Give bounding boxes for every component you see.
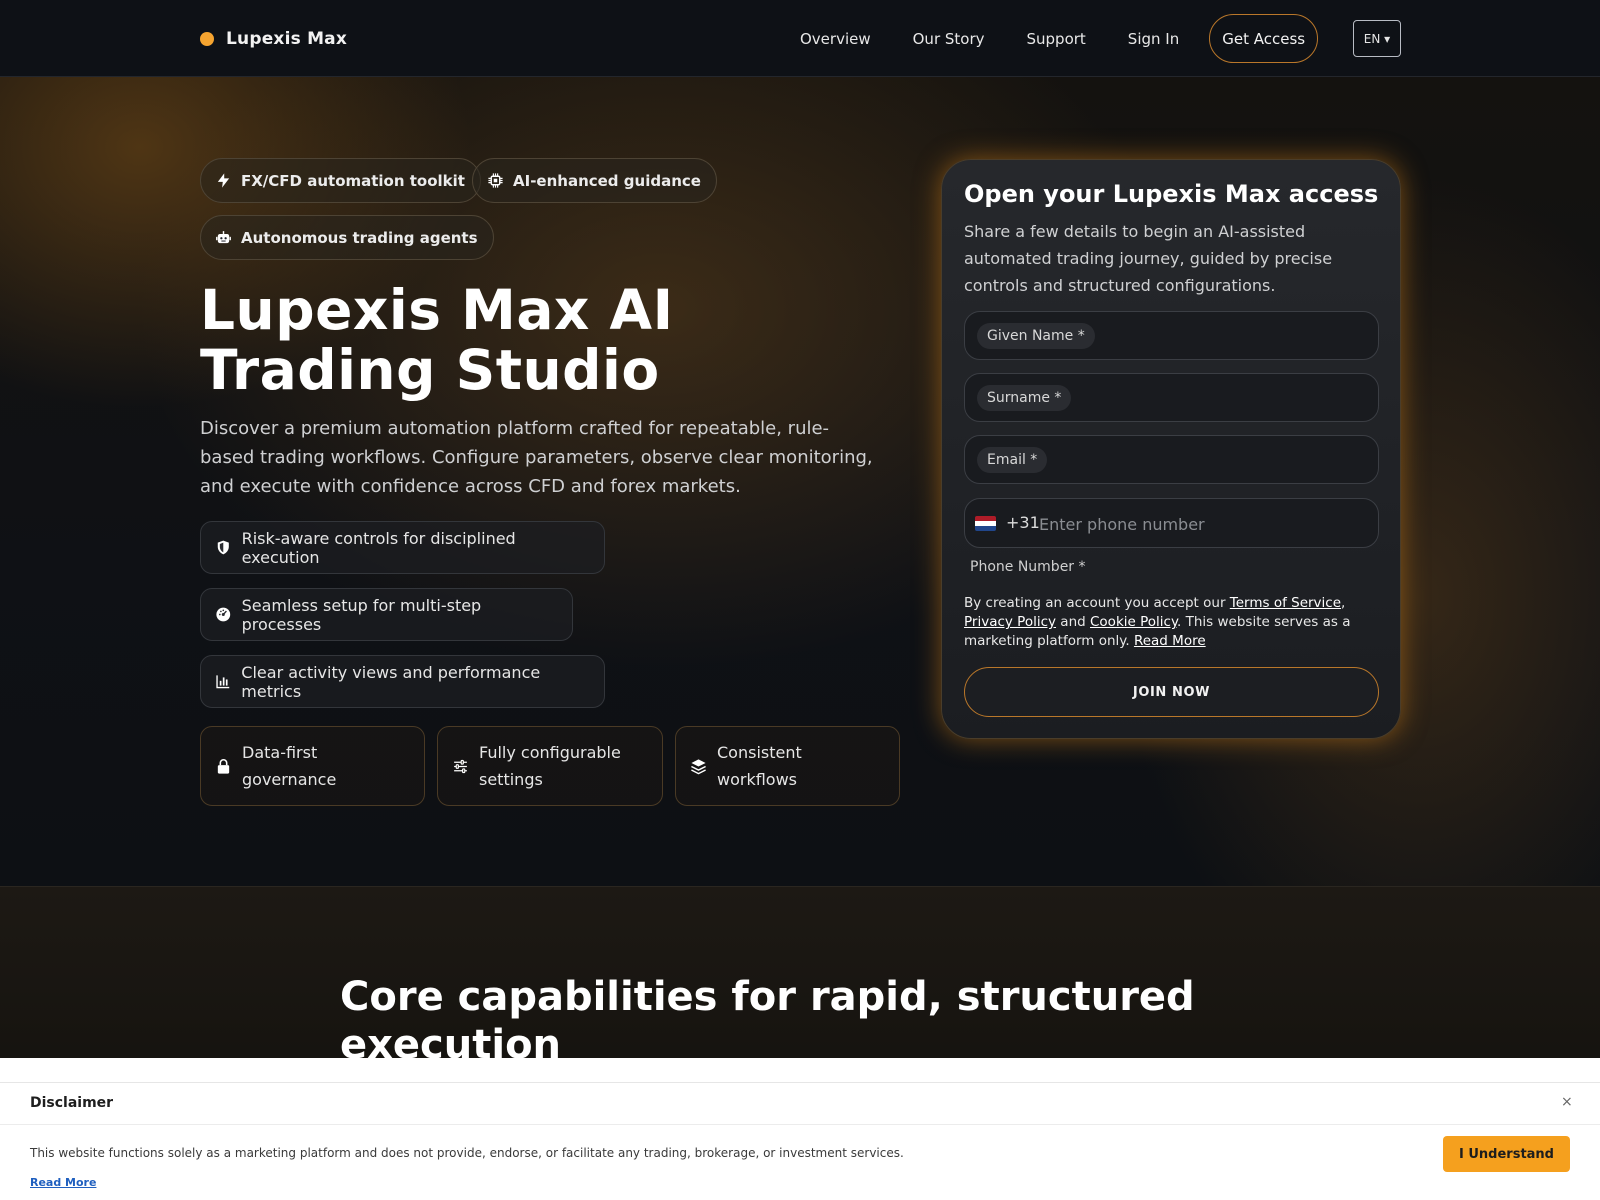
terms-text: By creating an account you accept our Te… bbox=[964, 594, 1384, 651]
surname-field[interactable]: Surname * bbox=[964, 373, 1379, 422]
terms-of-service-link[interactable]: Terms of Service bbox=[1230, 595, 1341, 611]
nav-support[interactable]: Support bbox=[1027, 30, 1086, 48]
pill-label: Autonomous trading agents bbox=[241, 228, 478, 247]
terms-prefix: By creating an account you accept our bbox=[964, 595, 1230, 611]
email-field[interactable]: Email * bbox=[964, 435, 1379, 484]
email-label: Email * bbox=[977, 447, 1048, 473]
pill-autonomous-agents: Autonomous trading agents bbox=[200, 215, 494, 260]
main-nav: Overview Our Story Support Sign In Get A… bbox=[800, 14, 1319, 63]
tile-data-governance: Data-first governance bbox=[200, 726, 425, 806]
tile-consistent-workflows: Consistent workflows bbox=[675, 726, 900, 806]
phone-field: +31 bbox=[964, 498, 1379, 548]
brand-name: Lupexis Max bbox=[226, 29, 348, 49]
nav-sign-in[interactable]: Sign In bbox=[1128, 30, 1179, 48]
signup-card: Open your Lupexis Max access Share a few… bbox=[941, 159, 1401, 739]
disclaimer-banner: Disclaimer × This website functions sole… bbox=[0, 1058, 1600, 1200]
feature-label: Seamless setup for multi-step processes bbox=[241, 595, 482, 634]
brand-dot-icon bbox=[200, 32, 214, 46]
nav-our-story[interactable]: Our Story bbox=[913, 30, 985, 48]
given-name-field[interactable]: Given Name * bbox=[964, 311, 1379, 360]
tile-label: Fully configurable settings bbox=[479, 743, 621, 789]
pill-label: AI-enhanced guidance bbox=[513, 171, 701, 190]
lock-icon bbox=[217, 758, 230, 774]
capabilities-section: Core capabilities for rapid, structured … bbox=[0, 886, 1600, 1084]
surname-label: Surname * bbox=[977, 385, 1072, 411]
given-name-label: Given Name * bbox=[977, 323, 1095, 349]
disclaimer-read-more-link[interactable]: Read More bbox=[30, 1176, 96, 1189]
feature-label: Clear activity views and performance met… bbox=[241, 662, 541, 701]
phone-label: Phone Number * bbox=[970, 559, 1086, 575]
bar-chart-icon bbox=[216, 675, 230, 689]
hero-title: Lupexis Max AI Trading Studio bbox=[200, 278, 674, 402]
hero-description: Discover a premium automation platform c… bbox=[200, 418, 873, 497]
dial-code: +31 bbox=[1006, 513, 1040, 532]
nav-overview[interactable]: Overview bbox=[800, 30, 871, 48]
pill-fx-cfd: FX/CFD automation toolkit bbox=[200, 158, 481, 203]
layers-icon bbox=[691, 758, 706, 774]
disclaimer-header: Disclaimer × bbox=[0, 1083, 1600, 1125]
get-access-button[interactable]: Get Access bbox=[1209, 14, 1319, 63]
feature-activity-views: Clear activity views and performance met… bbox=[200, 655, 605, 708]
feature-seamless-setup: Seamless setup for multi-step processes bbox=[200, 588, 573, 641]
tile-label: Consistent workflows bbox=[717, 743, 802, 789]
pill-ai-guidance: AI-enhanced guidance bbox=[472, 158, 717, 203]
tile-configurable-settings: Fully configurable settings bbox=[437, 726, 663, 806]
close-icon[interactable]: × bbox=[1561, 1094, 1573, 1110]
sliders-icon bbox=[454, 759, 467, 773]
disclaimer-title: Disclaimer bbox=[30, 1095, 114, 1111]
tile-label: Data-first governance bbox=[242, 743, 337, 789]
shield-icon bbox=[217, 540, 229, 555]
read-more-link[interactable]: Read More bbox=[1134, 633, 1206, 649]
netherlands-flag-icon[interactable] bbox=[975, 516, 996, 531]
feature-risk-controls: Risk-aware controls for disciplined exec… bbox=[200, 521, 605, 574]
brand-logo[interactable]: Lupexis Max bbox=[200, 26, 347, 52]
signup-subtitle: Share a few details to begin an AI-assis… bbox=[964, 222, 1333, 295]
gauge-icon bbox=[216, 607, 231, 622]
i-understand-button[interactable]: I Understand bbox=[1443, 1136, 1570, 1172]
chip-icon bbox=[488, 173, 503, 188]
feature-label: Risk-aware controls for disciplined exec… bbox=[241, 528, 516, 567]
terms-and: and bbox=[1056, 614, 1090, 630]
site-header: Lupexis Max Overview Our Story Support S… bbox=[0, 0, 1600, 77]
phone-input[interactable] bbox=[1039, 509, 1359, 539]
terms-comma: , bbox=[1341, 595, 1346, 611]
disclaimer-text: This website functions solely as a marke… bbox=[30, 1146, 904, 1160]
cookie-policy-link[interactable]: Cookie Policy bbox=[1090, 614, 1177, 630]
language-selector[interactable]: EN ▾ bbox=[1353, 20, 1401, 57]
privacy-policy-link[interactable]: Privacy Policy bbox=[964, 614, 1056, 630]
bolt-icon bbox=[217, 173, 230, 188]
join-now-button[interactable]: JOIN NOW bbox=[964, 667, 1379, 717]
pill-label: FX/CFD automation toolkit bbox=[241, 171, 465, 190]
robot-icon bbox=[216, 231, 231, 244]
signup-title: Open your Lupexis Max access bbox=[964, 180, 1379, 208]
capabilities-title: Core capabilities for rapid, structured … bbox=[340, 974, 1195, 1068]
